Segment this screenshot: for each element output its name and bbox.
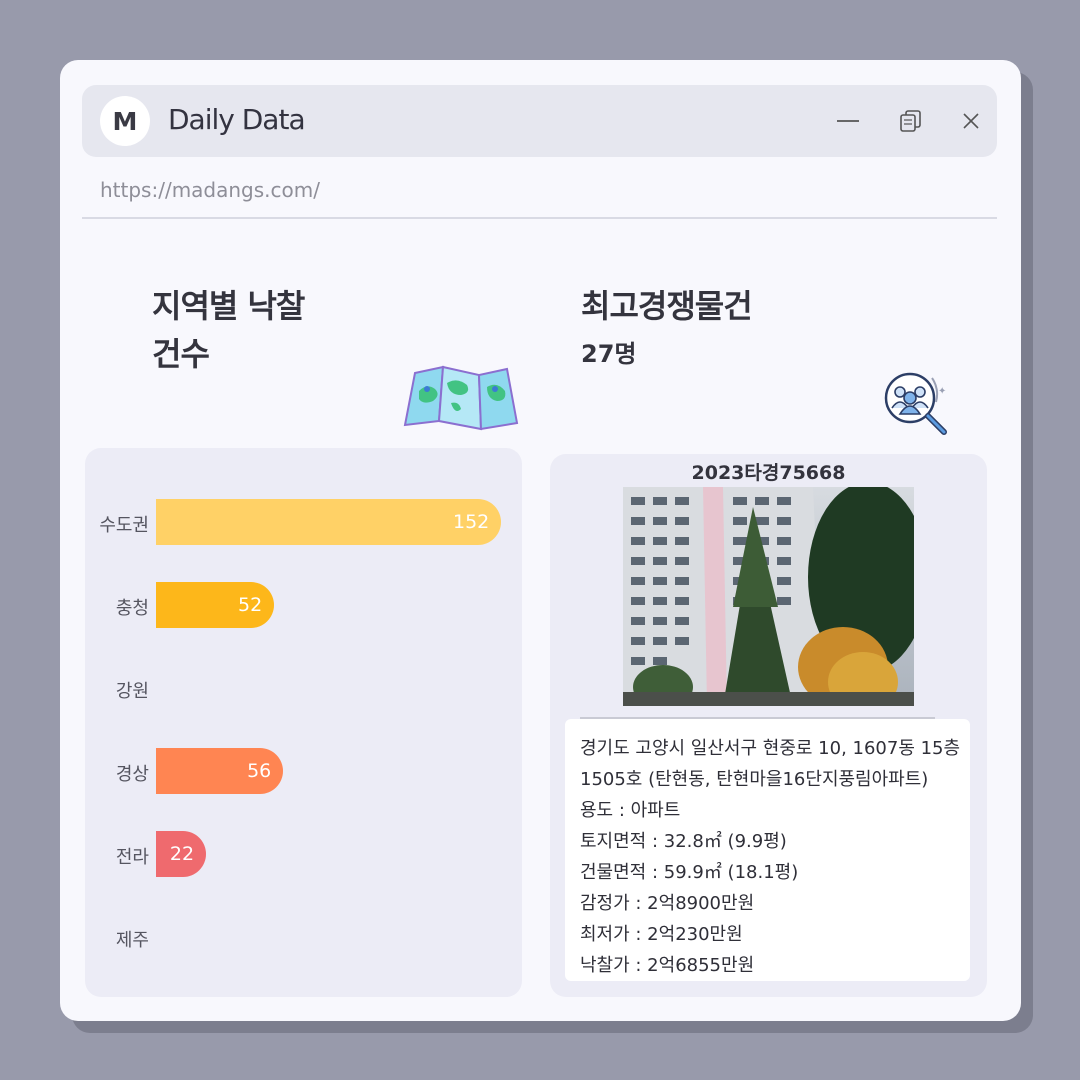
url-divider	[82, 217, 997, 219]
address-line-1: 경기도 고양시 일산서구 현중로 10, 1607동 15층	[580, 738, 961, 759]
top-competition-count: 27명	[581, 340, 637, 368]
restore-icon[interactable]	[895, 105, 927, 137]
title-bar: M Daily Data	[82, 85, 997, 157]
region-heading-line2: 건수	[152, 335, 210, 373]
address-line-2: 1505호 (탄현동, 탄현마을16단지풍림아파트)	[580, 769, 929, 790]
bar-category-label: 수도권	[99, 515, 149, 536]
property-info-lines: 경기도 고양시 일산서구 현중로 10, 1607동 15층 1505호 (탄현…	[580, 733, 960, 981]
url-text[interactable]: https://madangs.com/	[100, 178, 320, 202]
bar-category-label: 전라	[115, 847, 149, 868]
svg-text:✦: ✦	[938, 386, 946, 397]
case-number[interactable]: 2023타경75668	[550, 458, 987, 485]
bar-category-label: 강원	[115, 681, 149, 702]
folded-map-icon	[401, 365, 521, 435]
app-title: Daily Data	[168, 103, 306, 136]
bar-value-label: 56	[247, 760, 272, 782]
property-photo	[623, 487, 914, 706]
top-competition-heading: 최고경쟁물건	[581, 287, 753, 325]
bar-category-label: 충청	[115, 598, 149, 619]
minimize-icon[interactable]	[832, 105, 864, 137]
winning-bid-line: 낙찰가 : 2억6855만원	[580, 955, 755, 976]
region-chart-panel: 수도권 152 충청 52 강원경상 56 전라 22 제주	[85, 448, 522, 997]
bar-value-label: 152	[453, 511, 490, 533]
region-heading-line1: 지역별 낙찰	[152, 287, 305, 325]
bar-value-label: 52	[238, 594, 263, 616]
region-heading: 지역별 낙찰 건수	[152, 282, 305, 378]
bar[interactable]	[156, 499, 501, 545]
people-search-icon: ✦	[880, 368, 952, 444]
bar-category-label: 제주	[115, 930, 149, 951]
bar-category-label: 경상	[115, 764, 149, 785]
minimum-price-line: 최저가 : 2억230만원	[580, 924, 743, 945]
app-logo: M	[100, 96, 150, 146]
building-area-line: 건물면적 : 59.9㎡ (18.1평)	[580, 862, 799, 883]
property-panel: 2023타경75668 경기도 고양시 일산서구 현중로 10, 1607동 1…	[550, 454, 987, 997]
close-icon[interactable]	[955, 105, 987, 137]
app-window: M Daily Data https://madangs.com/ 지역별 낙찰…	[60, 60, 1021, 1021]
region-bar-chart: 수도권 152 충청 52 강원경상 56 전라 22 제주	[85, 448, 522, 997]
property-info-card: 경기도 고양시 일산서구 현중로 10, 1607동 15층 1505호 (탄현…	[565, 719, 970, 981]
usage-line: 용도 : 아파트	[580, 800, 681, 821]
bar-value-label: 22	[169, 843, 195, 865]
appraisal-price-line: 감정가 : 2억8900만원	[580, 893, 755, 914]
land-area-line: 토지면적 : 32.8㎡ (9.9평)	[580, 831, 787, 852]
